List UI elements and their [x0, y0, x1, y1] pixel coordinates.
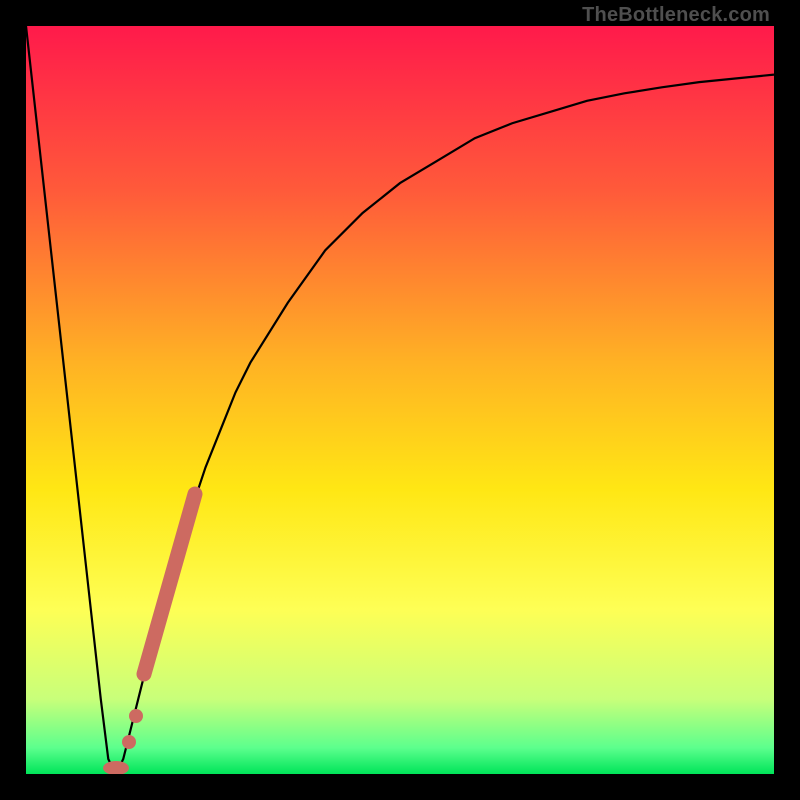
- plot-area: [26, 26, 774, 774]
- marker-dot-1: [129, 709, 143, 723]
- marker-dot-2: [122, 735, 136, 749]
- gradient-background: [26, 26, 774, 774]
- chart-svg: [26, 26, 774, 774]
- chart-frame: TheBottleneck.com: [0, 0, 800, 800]
- watermark-text: TheBottleneck.com: [582, 4, 770, 27]
